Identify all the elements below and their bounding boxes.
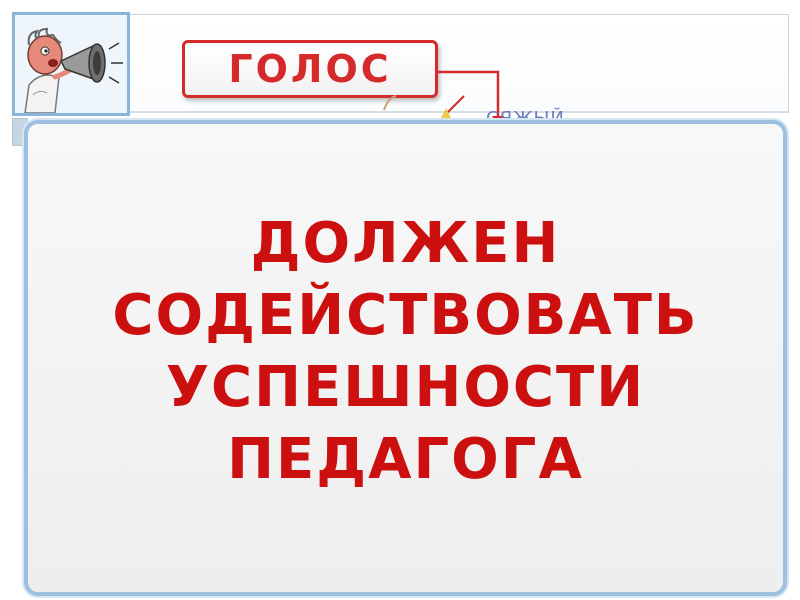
message-line: СОДЕЙСТВОВАТЬ: [112, 283, 699, 348]
message-line: ПЕДАГОГА: [227, 427, 584, 492]
main-message-card: ДОЛЖЕН СОДЕЙСТВОВАТЬ УСПЕШНОСТИ ПЕДАГОГА: [24, 120, 787, 596]
connector-arrow: [383, 70, 504, 127]
message-line: УСПЕШНОСТИ: [165, 355, 646, 420]
main-message: ДОЛЖЕН СОДЕЙСТВОВАТЬ УСПЕШНОСТИ ПЕДАГОГА: [112, 208, 698, 496]
slide: ГОЛОС СЯЖЫЙ ДОЛЖЕН СОДЕЙСТВОВАТЬ УСПЕШНО…: [0, 0, 800, 600]
message-line: ДОЛЖЕН: [250, 211, 561, 276]
